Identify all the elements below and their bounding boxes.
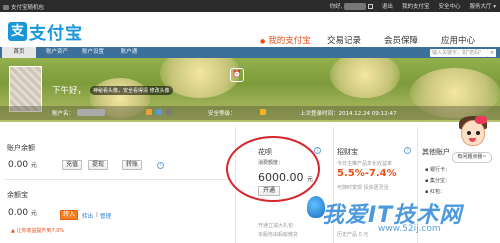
alarm-clock-icon: ⏰ <box>230 68 244 82</box>
alipay-logo[interactable]: 支 支付宝 <box>8 19 83 44</box>
highlight-circle <box>226 136 320 202</box>
customer-service-mascot[interactable] <box>457 116 489 154</box>
zhaocaibao-title: 招财宝 <box>337 148 358 156</box>
phone-badge-icon[interactable] <box>146 109 152 115</box>
search-icon[interactable]: ⌕ <box>488 49 496 57</box>
security-level-label: 安全等级： <box>208 111 236 117</box>
zhaocaibao-help-icon[interactable]: ? <box>404 147 411 154</box>
alipay-logo-icon: 支 <box>8 22 27 41</box>
top-bar: 支付宝随机包 你好, 退出 我的支付宝 安全中心 服务大厅 ▾ <box>0 0 500 12</box>
exit-link[interactable]: 退出 <box>382 2 393 10</box>
manage-link[interactable]: 管理 <box>100 212 111 220</box>
huabei-note1: 开通立减大礼包 <box>258 223 294 229</box>
red-packet-row[interactable]: ▪ 红包： <box>425 188 445 195</box>
balance-amount: 0.00 元 <box>8 160 37 170</box>
tab-assets[interactable]: 账户资产 <box>40 47 74 58</box>
chat-help-button[interactable]: 有问题点我~ <box>452 152 492 163</box>
balance-panel <box>0 127 236 243</box>
sub-tab-bar: 首页 账户资产 账户设置 账户通 输入关键字，如"密码" ⌕ <box>0 47 500 58</box>
points-row[interactable]: ▪ 集分宝： <box>425 177 450 184</box>
zhaocaibao-note: 可随时变现 投资更灵活 <box>337 185 389 191</box>
tab-account-link[interactable]: 账户通 <box>112 47 146 58</box>
blurred-account-name <box>77 109 105 116</box>
mail-icon[interactable] <box>367 4 373 9</box>
nav-my-alipay[interactable]: 我的支付宝 <box>260 34 311 46</box>
yuebao-amount: 0.00 元 <box>8 208 37 218</box>
balance-title: 账户余额 <box>7 144 35 152</box>
greeting-heading: 下午好， <box>52 86 87 96</box>
header: 支 支付宝 <box>0 12 500 46</box>
other-accounts-title: 其他账户 <box>422 148 450 156</box>
account-info-row: 账户名： 安全等级： 上次登录时间：2014.12.24 09:12:47 <box>0 106 500 120</box>
account-name-label: 账户名： <box>52 111 75 117</box>
greeting-text: 你好, <box>329 4 343 10</box>
top-left-text[interactable]: 支付宝随机包 <box>11 3 44 11</box>
transfer-out-link[interactable]: 转出 <box>82 212 93 220</box>
zhaocaibao-history: 历史产品 0 元 <box>337 232 369 238</box>
transfer-button[interactable]: 转账 <box>122 160 142 170</box>
search-input[interactable]: 输入关键字，如"密码" <box>430 49 488 57</box>
zhaocaibao-subtitle: 今日主推产品年化收益率 <box>337 161 393 167</box>
nav-member-protection[interactable]: 会员保障 <box>384 34 418 46</box>
watermark-url: www.52ij.com <box>378 224 441 234</box>
my-alipay-link[interactable]: 我的支付宝 <box>402 2 430 10</box>
zhaocaibao-rate: 5.5%-7.4% <box>337 168 397 179</box>
yuebao-title: 余额宝 <box>7 191 28 199</box>
tab-home[interactable]: 首页 <box>2 47 36 58</box>
tab-settings[interactable]: 账户设置 <box>76 47 110 58</box>
blurred-username <box>344 3 367 10</box>
email-badge-icon[interactable] <box>156 109 162 115</box>
recharge-button[interactable]: 充值 <box>62 160 82 170</box>
withdraw-button[interactable]: 提现 <box>88 160 108 170</box>
help-icon[interactable]: ? <box>157 162 164 169</box>
id-badge-icon[interactable] <box>166 109 172 115</box>
security-center-link[interactable]: 安全中心 <box>438 2 460 10</box>
service-center-link[interactable]: 服务大厅 ▾ <box>469 2 496 10</box>
nav-app-center[interactable]: 应用中心 <box>441 34 475 46</box>
transfer-in-button[interactable]: 转入 <box>60 210 78 220</box>
huabei-help-icon[interactable]: ? <box>314 147 321 154</box>
bank-card-row[interactable]: ▪ 银行卡： <box>425 166 450 173</box>
nav-transactions[interactable]: 交易记录 <box>327 34 361 46</box>
yuebao-promo[interactable]: ▲ 让你收益提升到7.0% <box>11 227 64 234</box>
last-login-text: 上次登录时间：2014.12.24 09:12:47 <box>300 111 397 117</box>
huabei-note2: 本服务由蚂蚁微贷 <box>258 232 299 238</box>
change-avatar-tip[interactable]: 神秘看头像，安全看得清 修改头像 <box>90 86 173 95</box>
security-level-icon <box>260 109 266 115</box>
alipay-small-icon <box>3 4 9 10</box>
